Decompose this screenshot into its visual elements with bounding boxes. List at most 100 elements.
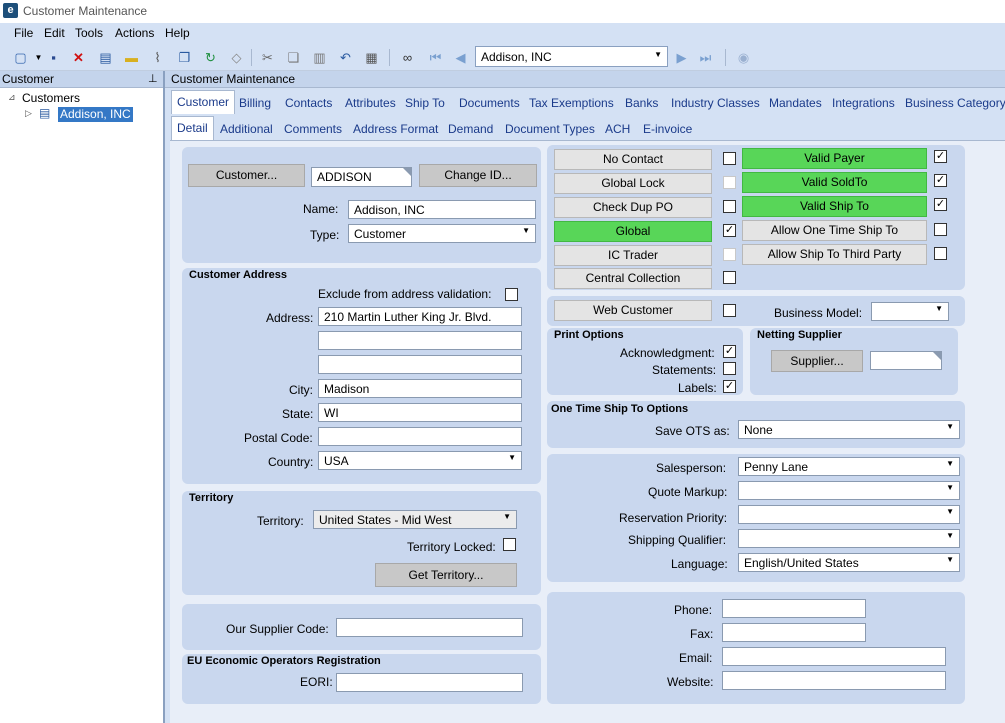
address-line3-field[interactable] [318,355,522,374]
state-field[interactable]: WI [318,403,522,422]
central-collection-checkbox[interactable] [723,271,736,284]
chevron-down-icon[interactable]: ▼ [946,422,954,431]
tab-e-invoice[interactable]: E-invoice [643,122,692,136]
cut-icon[interactable]: ✂ [259,49,276,66]
tab-document-types[interactable]: Document Types [505,122,595,136]
next-record-icon[interactable]: ▶ [673,49,690,66]
valid-shipto-checkbox[interactable]: ✓ [934,198,947,211]
business-model-select[interactable]: ▼ [871,302,949,321]
statements-checkbox[interactable] [723,362,736,375]
eraser-icon[interactable]: ◇ [228,49,245,66]
paste-icon[interactable]: ❏ [285,49,302,66]
chevron-down-icon[interactable]: ▼ [522,226,530,235]
shipping-qualifier-select[interactable]: ▼ [738,529,960,548]
address-line1-field[interactable]: 210 Martin Luther King Jr. Blvd. [318,307,522,326]
tab-industry-classes[interactable]: Industry Classes [671,96,760,110]
valid-soldto-checkbox[interactable]: ✓ [934,174,947,187]
valid-shipto-button[interactable]: Valid Ship To [742,196,927,217]
language-select[interactable]: English/United States ▼ [738,553,960,572]
chevron-down-icon[interactable]: ▼ [946,507,954,516]
tab-additional[interactable]: Additional [220,122,273,136]
valid-payer-checkbox[interactable]: ✓ [934,150,947,163]
collapse-icon[interactable]: ⊿ [8,92,16,103]
netting-supplier-field[interactable] [870,351,942,370]
website-field[interactable] [722,671,946,690]
tab-integrations[interactable]: Integrations [832,96,895,110]
tab-banks[interactable]: Banks [625,96,658,110]
name-field[interactable]: Addison, INC [348,200,536,219]
menu-tools[interactable]: Tools [75,26,103,40]
chevron-down-icon[interactable]: ▼ [508,453,516,462]
salesperson-select[interactable]: Penny Lane ▼ [738,457,960,476]
last-record-icon[interactable]: ⏭ [697,49,714,66]
tab-demand[interactable]: Demand [448,122,493,136]
menu-actions[interactable]: Actions [115,26,154,40]
tab-mandates[interactable]: Mandates [769,96,822,110]
quote-markup-select[interactable]: ▼ [738,481,960,500]
tab-comments[interactable]: Comments [284,122,342,136]
postal-code-field[interactable] [318,427,522,446]
no-contact-button[interactable]: No Contact [554,149,712,170]
tab-ship-to[interactable]: Ship To [405,96,445,110]
customer-id-field[interactable]: ADDISON [311,167,412,187]
run-icon[interactable]: ◉ [735,49,752,66]
phone-field[interactable] [722,599,866,618]
tab-detail[interactable]: Detail [171,116,214,140]
address-line2-field[interactable] [318,331,522,350]
get-territory-button[interactable]: Get Territory... [375,563,517,587]
save-ots-select[interactable]: None ▼ [738,420,960,439]
eori-field[interactable] [336,673,523,692]
previous-record-icon[interactable]: ◀ [452,49,469,66]
delete-icon[interactable]: ✕ [70,49,87,66]
chevron-down-icon[interactable]: ▼ [946,459,954,468]
type-select[interactable]: Customer ▼ [348,224,536,243]
country-select[interactable]: USA ▼ [318,451,522,470]
global-lock-checkbox[interactable] [723,176,736,189]
binoculars-icon[interactable]: ∞ [399,49,416,66]
customer-button[interactable]: Customer... [188,164,305,187]
chevron-down-icon[interactable]: ▼ [946,531,954,540]
web-customer-button[interactable]: Web Customer [554,300,712,321]
allow-third-party-button[interactable]: Allow Ship To Third Party [742,244,927,265]
ic-trader-button[interactable]: IC Trader [554,245,712,266]
change-id-button[interactable]: Change ID... [419,164,537,187]
check-dup-po-button[interactable]: Check Dup PO [554,197,712,218]
allow-ots-button[interactable]: Allow One Time Ship To [742,220,927,241]
chevron-down-icon[interactable]: ▼ [503,512,511,521]
valid-payer-button[interactable]: Valid Payer [742,148,927,169]
attach-icon[interactable]: ⌇ [149,49,166,66]
menu-edit[interactable]: Edit [44,26,65,40]
save-icon[interactable]: ▪ [45,49,62,66]
chevron-down-icon[interactable]: ▼ [654,50,662,59]
allow-ots-checkbox[interactable] [934,223,947,236]
reservation-priority-select[interactable]: ▼ [738,505,960,524]
chevron-down-icon[interactable]: ▼ [946,555,954,564]
tab-customer[interactable]: Customer [171,90,236,114]
copy-icon[interactable]: ❐ [176,49,193,66]
territory-locked-checkbox[interactable] [503,538,516,551]
labels-checkbox[interactable]: ✓ [723,380,736,393]
record-select[interactable]: Addison, INC ▼ [475,46,668,67]
tab-tax-exemptions[interactable]: Tax Exemptions [529,96,614,110]
global-checkbox[interactable]: ✓ [723,224,736,237]
tab-contacts[interactable]: Contacts [285,96,332,110]
menu-file[interactable]: File [14,26,33,40]
valid-soldto-button[interactable]: Valid SoldTo [742,172,927,193]
tab-business-category[interactable]: Business Category [905,96,1005,110]
check-dup-po-checkbox[interactable] [723,200,736,213]
tab-documents[interactable]: Documents [459,96,520,110]
chevron-down-icon[interactable]: ▼ [946,483,954,492]
tab-address-format[interactable]: Address Format [353,122,438,136]
new-icon[interactable]: ▢ [12,49,29,66]
chevron-down-icon[interactable]: ▼ [935,304,943,313]
tab-attributes[interactable]: Attributes [345,96,396,110]
book-icon[interactable]: ▤ [97,49,114,66]
print-icon[interactable]: ▦ [363,49,380,66]
menu-help[interactable]: Help [165,26,190,40]
folder-icon[interactable]: ▬ [123,49,140,66]
tree-item-selected[interactable]: Addison, INC [58,107,133,122]
tab-ach[interactable]: ACH [605,122,630,136]
no-contact-checkbox[interactable] [723,152,736,165]
web-customer-checkbox[interactable] [723,304,736,317]
tab-billing[interactable]: Billing [239,96,271,110]
